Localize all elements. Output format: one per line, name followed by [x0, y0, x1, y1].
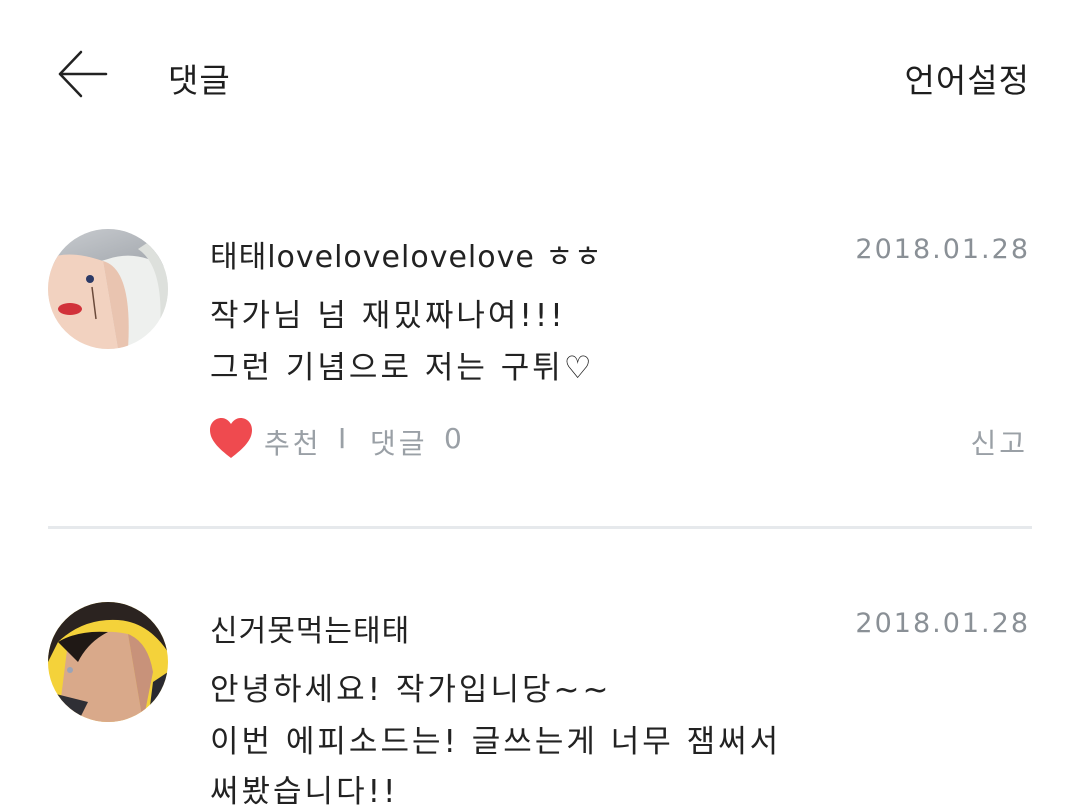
report-button[interactable]: 신고 [970, 422, 1028, 462]
avatar[interactable] [48, 602, 168, 722]
separator: I [338, 422, 347, 455]
header-bar: 댓글 언어설정 [0, 0, 1080, 150]
comment-text-line: 작가님 넘 재밌짜나여!!! [210, 298, 566, 334]
divider [48, 526, 1032, 529]
heart-icon [210, 418, 252, 458]
arrow-left-icon [58, 50, 108, 98]
language-setting-button[interactable]: 언어설정 [905, 54, 1030, 102]
reply-button[interactable]: 댓글 [370, 422, 428, 462]
reply-count: 0 [444, 422, 462, 455]
page-title: 댓글 [168, 61, 231, 100]
comment-username[interactable]: 신거못먹는태태 [210, 606, 410, 650]
comments-screen: 댓글 언어설정 태태lovelovelovelove ㅎㅎ 2018.01.28… [0, 0, 1080, 810]
comment-date: 2018.01.28 [855, 234, 1030, 265]
back-button[interactable] [56, 48, 110, 100]
comment-username[interactable]: 태태lovelovelovelove ㅎㅎ [210, 232, 603, 276]
avatar[interactable] [48, 229, 168, 349]
recommend-label[interactable]: 추천 [264, 422, 322, 462]
comment-text-line: 써봤습니다!! [210, 774, 399, 810]
comment-text-line: 그런 기념으로 저는 구튀♡ [210, 350, 595, 386]
comment-text-line: 이번 에피소드는! 글쓰는게 너무 잼써서 [210, 724, 782, 760]
comment-text-line: 안녕하세요! 작가입니당~~ [210, 672, 612, 708]
comment-date: 2018.01.28 [855, 608, 1030, 639]
comment-actions: 추천 I 댓글 0 신고 [208, 416, 1028, 462]
like-button[interactable] [208, 416, 254, 462]
